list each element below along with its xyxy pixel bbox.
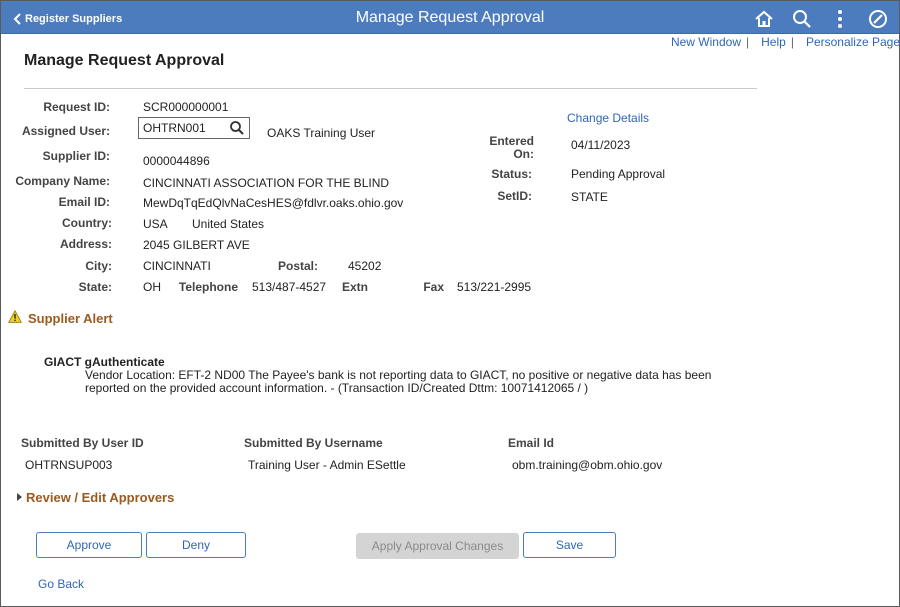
fax-label: Fax <box>423 280 444 294</box>
go-back-link[interactable]: Go Back <box>38 577 84 591</box>
extn-label: Extn <box>341 280 368 294</box>
setid-value: STATE <box>571 190 608 204</box>
company-name-value: CINCINNATI ASSOCIATION FOR THE BLIND <box>143 176 390 190</box>
request-id-value: SCR000000001 <box>143 100 229 114</box>
city-value: CINCINNATI <box>143 259 211 273</box>
entered-on-label-line1: Entered <box>489 134 534 148</box>
alert-message: Vendor Location: EFT-2 ND00 The Payee's … <box>85 368 712 395</box>
status-value: Pending Approval <box>571 167 666 181</box>
assigned-user-input[interactable] <box>139 118 227 138</box>
state-label: State: <box>78 280 112 294</box>
email-id-value: MewDqTqEdQlvNaCesHES@fdlvr.oaks.ohio.gov <box>143 196 404 210</box>
fax-value: 513/221-2995 <box>457 280 532 294</box>
supplier-id-value: 0000044896 <box>143 154 210 168</box>
supplier-id-label: Supplier ID: <box>42 149 110 163</box>
home-icon[interactable] <box>749 7 779 31</box>
telephone-label: Telephone <box>178 280 238 294</box>
postal-value: 45202 <box>348 259 382 273</box>
address-value: 2045 GILBERT AVE <box>143 238 250 252</box>
header-bar: Register Suppliers Manage Request Approv… <box>1 1 899 34</box>
window-frame <box>0 0 900 607</box>
page-links: New Window | Help | Personalize Page <box>671 35 900 49</box>
submitted-username-value: Training User - Admin ESettle <box>248 458 406 472</box>
new-window-link[interactable]: New Window <box>671 35 741 49</box>
alert-title: GIACT gAuthenticate <box>44 355 165 369</box>
divider <box>24 88 757 89</box>
assigned-user-field <box>138 117 250 139</box>
telephone-value: 513/487-4527 <box>252 280 327 294</box>
warning-icon <box>8 310 22 323</box>
deny-button[interactable]: Deny <box>146 532 246 558</box>
assigned-user-name: OAKS Training User <box>267 126 376 140</box>
status-label: Status: <box>491 167 532 181</box>
country-label: Country: <box>62 216 112 230</box>
assigned-user-label: Assigned User: <box>21 124 110 138</box>
link-separator: | <box>746 35 750 49</box>
supplier-alert-header: Supplier Alert <box>28 311 113 326</box>
email-id-label: Email ID: <box>58 195 110 209</box>
submitted-user-id-label: Submitted By User ID <box>21 436 144 450</box>
help-link[interactable]: Help <box>761 35 786 49</box>
submitter-email-label: Email Id <box>508 436 555 450</box>
apply-approval-changes-button[interactable]: Apply Approval Changes <box>356 533 519 559</box>
change-details-link[interactable]: Change Details <box>567 111 649 125</box>
save-button[interactable]: Save <box>523 532 616 558</box>
postal-label: Postal: <box>277 259 318 273</box>
navbar-compass-icon[interactable] <box>863 7 893 31</box>
search-icon[interactable] <box>787 7 817 31</box>
review-edit-approvers-header[interactable]: Review / Edit Approvers <box>26 490 174 505</box>
setid-label: SetID: <box>497 189 532 203</box>
lookup-search-icon[interactable] <box>229 120 245 136</box>
company-name-label: Company Name: <box>15 174 110 188</box>
link-separator: | <box>790 35 794 49</box>
city-label: City: <box>85 259 112 273</box>
collapse-arrow-icon[interactable] <box>17 493 22 501</box>
page-title: Manage Request Approval <box>24 52 225 69</box>
country-name: United States <box>192 217 265 231</box>
approve-button[interactable]: Approve <box>36 532 142 558</box>
request-id-label: Request ID: <box>43 100 110 114</box>
personalize-page-link[interactable]: Personalize Page <box>806 35 900 49</box>
state-value: OH <box>143 280 161 294</box>
more-vertical-icon[interactable] <box>825 7 855 31</box>
submitted-username-label: Submitted By Username <box>244 436 383 450</box>
entered-on-value: 04/11/2023 <box>571 138 631 152</box>
country-code: USA <box>143 217 168 231</box>
entered-on-label-line2: On: <box>513 147 534 161</box>
submitter-email-value: obm.training@obm.ohio.gov <box>512 458 663 472</box>
submitted-user-id-value: OHTRNSUP003 <box>25 458 113 472</box>
address-label: Address: <box>59 237 112 251</box>
